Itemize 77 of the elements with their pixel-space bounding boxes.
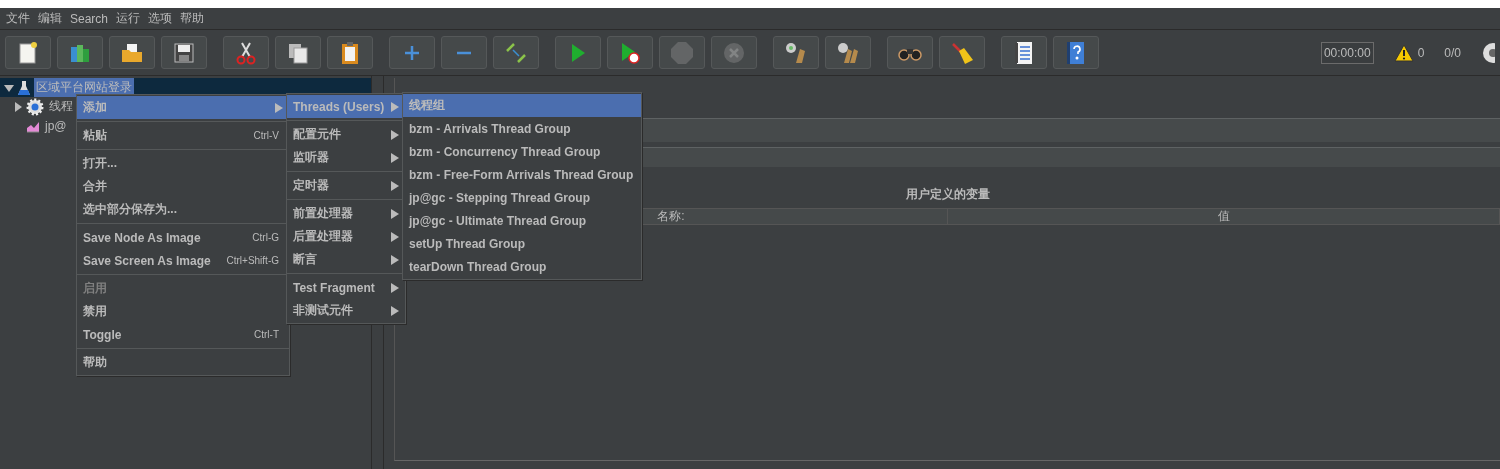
play-icon (570, 42, 586, 63)
help-book-icon (1066, 40, 1086, 65)
toolbar-button[interactable] (223, 36, 269, 69)
wands-icon (505, 41, 527, 64)
open-folder-icon (120, 41, 144, 64)
thread-count: 0/0 (1444, 45, 1461, 60)
menu-item[interactable]: 打开... (77, 152, 289, 175)
toolbar-button[interactable] (1001, 36, 1047, 69)
flask-icon (17, 79, 31, 96)
copy-icon (287, 41, 309, 64)
tree-node-label[interactable]: 线程 (47, 97, 75, 116)
menu-item[interactable]: Save Screen As Image Ctrl+Shift-G (77, 249, 289, 272)
menu-item[interactable]: 定时器 (287, 174, 405, 197)
warning-count: 0 (1417, 45, 1425, 60)
play-icon (620, 41, 640, 64)
toolbar-button[interactable] (1053, 36, 1099, 69)
menu-item[interactable]: 合并 (77, 175, 289, 198)
toolbar-button[interactable] (773, 36, 819, 69)
shortcut-label: Ctrl+Shift-G (225, 255, 280, 266)
toolbar-button[interactable] (109, 36, 155, 69)
menu-item[interactable]: 监听器 (287, 146, 405, 169)
elapsed-time: 00:00:00 (1320, 41, 1374, 64)
menu-item[interactable]: tearDown Thread Group (403, 255, 641, 278)
toolbar-button[interactable] (607, 36, 653, 69)
menu-bar-item[interactable]: 帮助 (176, 8, 209, 29)
menu-item[interactable]: Save Node As Image Ctrl-G (77, 226, 289, 249)
menu-item[interactable]: setUp Thread Group (403, 232, 641, 255)
menu-item[interactable]: 后置处理器 (287, 225, 405, 248)
menu-item[interactable]: 非测试元件 (287, 299, 405, 322)
toolbar-button[interactable] (327, 36, 373, 69)
warning-icon[interactable] (1393, 43, 1414, 62)
menu-item[interactable]: 选中部分保存为... (77, 198, 289, 221)
broom-gear-icon (836, 40, 860, 65)
column-header[interactable]: 值 (948, 209, 1500, 224)
scissors-icon (235, 40, 257, 65)
toolbar-button[interactable] (887, 36, 933, 69)
toolbar-button[interactable] (825, 36, 871, 69)
collapse-arrow-icon[interactable] (4, 82, 14, 93)
menu-bar-item[interactable]: 运行 (112, 8, 145, 29)
shortcut-label: Ctrl-V (252, 130, 280, 141)
toolbar-button[interactable] (57, 36, 103, 69)
menu-item[interactable]: bzm - Concurrency Thread Group (403, 140, 641, 163)
menu-item[interactable]: Toggle Ctrl-T (77, 323, 289, 346)
table-title: 用户定义的变量 (905, 186, 990, 203)
shortcut-label: Ctrl-G (251, 232, 280, 243)
menu-bar-item[interactable]: Search (66, 8, 113, 29)
menu-bar-item[interactable]: 文件 (2, 8, 34, 29)
menu-item[interactable]: jp@gc - Stepping Thread Group (403, 186, 641, 209)
menu-item[interactable]: bzm - Free-Form Arrivals Thread Group (403, 163, 641, 186)
broom-gear-icon (784, 40, 808, 65)
notebook-icon (1014, 40, 1034, 65)
gear-icon (26, 97, 44, 116)
toolbar-button[interactable] (939, 36, 985, 69)
plus-icon (404, 44, 420, 61)
stop-sign-icon (670, 40, 694, 65)
menu-item[interactable]: 配置元件 (287, 123, 405, 146)
menu-item[interactable]: 帮助 (77, 351, 289, 374)
shortcut-label: Ctrl-T (253, 329, 280, 340)
new-file-icon (18, 41, 38, 64)
toolbar-button[interactable] (493, 36, 539, 69)
menu-bar-item[interactable]: 选项 (144, 8, 177, 29)
menu-item[interactable]: 粘贴 Ctrl-V (77, 124, 289, 147)
toolbar-button[interactable] (5, 36, 51, 69)
menu-item[interactable]: 断言 (287, 248, 405, 271)
tree-node-label[interactable]: jp@ (43, 117, 69, 134)
minus-icon (456, 50, 472, 55)
toolbar-button[interactable] (275, 36, 321, 69)
clipboard-icon (340, 40, 360, 65)
menu-item[interactable]: bzm - Arrivals Thread Group (403, 117, 641, 140)
menu-bar-item[interactable]: 编辑 (34, 8, 66, 29)
save-icon (173, 41, 195, 64)
toolbar-button[interactable] (161, 36, 207, 69)
expand-arrow-icon[interactable] (13, 101, 23, 112)
menu-item[interactable]: 禁用 (77, 300, 289, 323)
cancel-icon (723, 41, 745, 64)
menu-item[interactable]: Test Fragment (287, 276, 405, 299)
broom-icon (950, 40, 974, 65)
